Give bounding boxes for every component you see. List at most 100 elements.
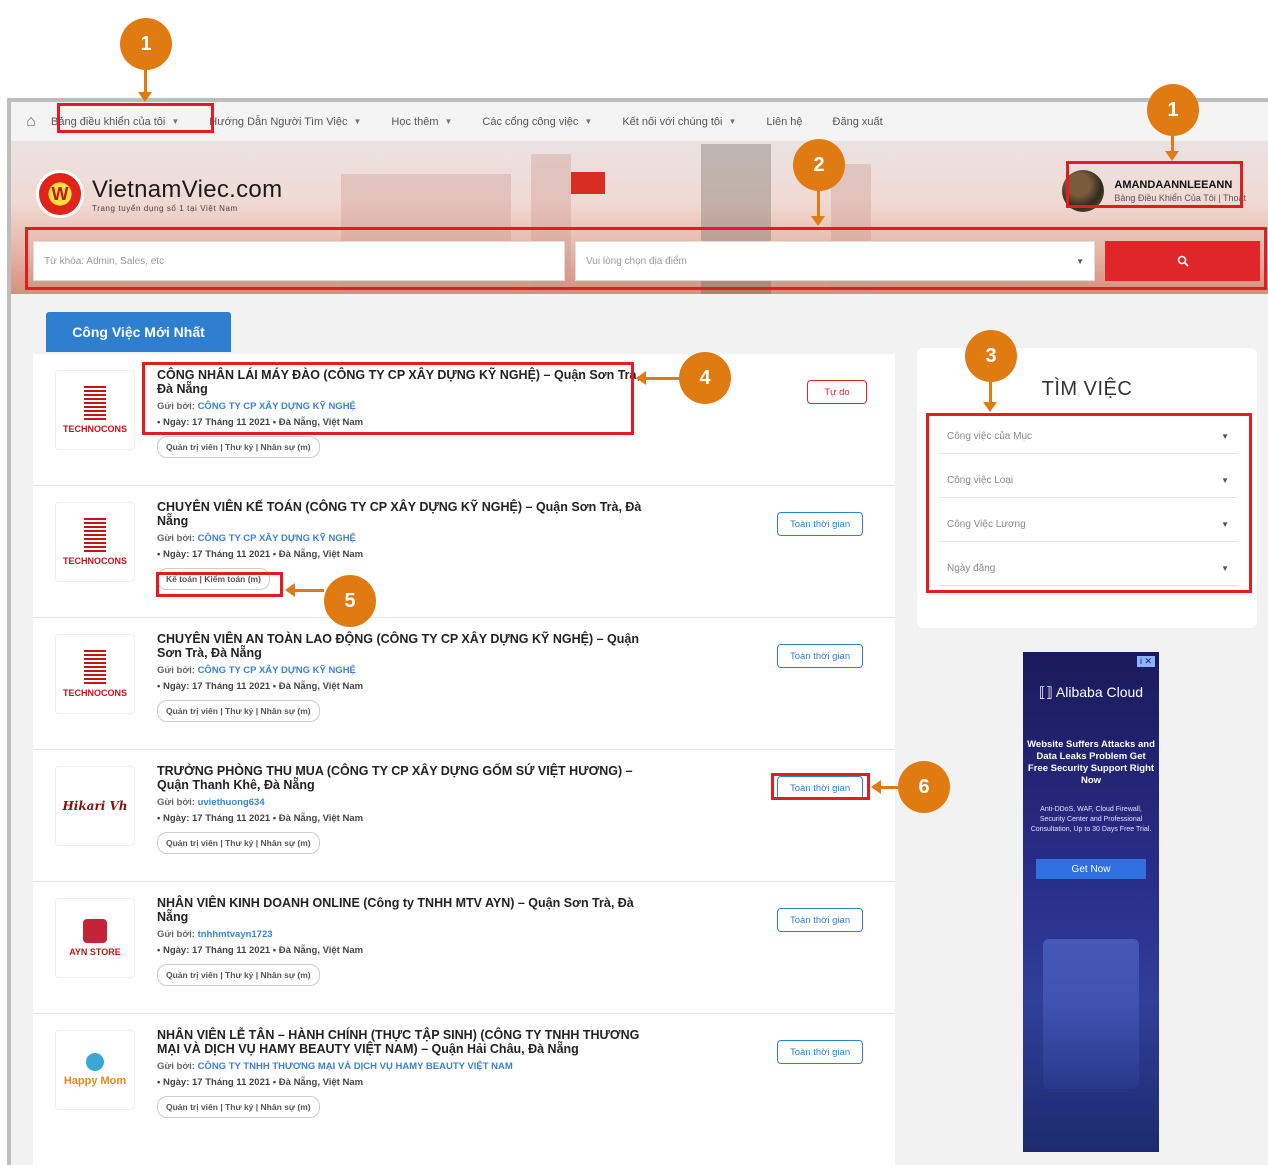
marker-badge: 3 — [965, 330, 1017, 382]
job-title[interactable]: TRƯỞNG PHÒNG THU MUA (CÔNG TY CP XÂY DỰN… — [157, 764, 657, 792]
job-date: Ngày: 17 Tháng 11 2021 — [162, 945, 271, 956]
poster-link[interactable]: uviethuong634 — [198, 797, 265, 808]
arrow-head-icon — [285, 583, 295, 597]
arrow-head-icon — [138, 92, 152, 102]
arrow-line — [817, 191, 820, 216]
company-logo-text: Hikari Vh — [62, 799, 128, 813]
company-logo[interactable]: Happy Mom — [55, 1030, 135, 1110]
chevron-down-icon: ▼ — [728, 117, 737, 126]
arrow-line — [1171, 136, 1174, 151]
home-icon[interactable]: ⌂ — [11, 113, 51, 131]
ad-banner[interactable]: i ✕ ⟦⟧ Alibaba Cloud Website Suffers Att… — [1023, 652, 1159, 1152]
poster-link[interactable]: tnhhmtvayn1723 — [198, 929, 273, 940]
arrow-head-icon — [636, 371, 646, 385]
job-list: TECHNOCONS CÔNG NHÂN LÁI MÁY ĐÀO (CÔNG T… — [33, 354, 895, 1165]
nav-jobseeker-guide[interactable]: Hướng Dẫn Người Tìm Việc ▼ — [209, 116, 361, 128]
job-type-badge[interactable]: Toàn thời gian — [777, 908, 864, 932]
nav-connect[interactable]: Kết nối với chúng tôi ▼ — [622, 116, 736, 128]
job-title[interactable]: NHÂN VIÊN KINH DOANH ONLINE (Công ty TNH… — [157, 896, 657, 924]
nav-label: Các cổng công việc — [482, 115, 579, 128]
marker-badge: 2 — [793, 139, 845, 191]
category-tag[interactable]: Quản trị viên | Thư ký | Nhân sự (m) — [157, 700, 320, 722]
company-logo-text: TECHNOCONS — [62, 556, 127, 566]
highlight-filters — [926, 413, 1252, 593]
panel-title: TÌM VIỆC — [1041, 378, 1133, 400]
ad-cta-button[interactable]: Get Now — [1036, 859, 1146, 879]
category-tag[interactable]: Quản trị viên | Thư ký | Nhân sự (m) — [157, 832, 320, 854]
marker-badge: 1 — [120, 18, 172, 70]
arrow-line — [294, 589, 324, 592]
ad-brand: Alibaba Cloud — [1055, 684, 1144, 700]
category-tag[interactable]: Quản trị viên | Thư ký | Nhân sự (m) — [157, 964, 320, 986]
company-logo[interactable]: TECHNOCONS — [55, 370, 135, 450]
arrow-line — [989, 382, 992, 402]
poster-link[interactable]: CÔNG TY CP XÂY DỰNG KỸ NGHỆ — [198, 665, 356, 676]
company-logo-text: Happy Mom — [63, 1075, 127, 1087]
highlight-category-tag — [156, 572, 283, 597]
arrow-line — [645, 377, 679, 380]
company-logo[interactable]: Hikari Vh — [55, 766, 135, 846]
poster-prefix: Gửi bởi: — [157, 797, 195, 808]
job-type-badge[interactable]: Toàn thời gian — [777, 644, 864, 668]
company-logo-mark — [84, 518, 106, 552]
nav-label: Học thêm — [391, 115, 439, 128]
arrow-head-icon — [811, 216, 825, 226]
company-logo[interactable]: TECHNOCONS — [55, 634, 135, 714]
logo-icon: W — [36, 170, 84, 218]
highlight-user-panel — [1066, 161, 1243, 208]
chevron-down-icon: ▼ — [353, 117, 362, 126]
shopping-bag-icon — [83, 919, 107, 943]
poster-prefix: Gửi bởi: — [157, 533, 195, 544]
job-type-badge[interactable]: Tự do — [807, 380, 867, 404]
tab-latest-jobs[interactable]: Công Việc Mới Nhất — [46, 312, 231, 352]
flag-icon — [571, 172, 605, 194]
marker-badge: 6 — [898, 761, 950, 813]
nav-job-portals[interactable]: Các cổng công việc ▼ — [482, 116, 592, 128]
list-item: AYN STORE NHÂN VIÊN KINH DOANH ONLINE (C… — [33, 882, 895, 1014]
baby-icon — [86, 1053, 104, 1071]
job-type-badge[interactable]: Toàn thời gian — [777, 1040, 864, 1064]
job-title[interactable]: CHUYÊN VIÊN KẾ TOÁN (CÔNG TY CP XÂY DỰNG… — [157, 500, 657, 528]
nav-logout[interactable]: Đăng xuất — [833, 116, 883, 128]
nav-label: Kết nối với chúng tôi — [622, 115, 723, 128]
company-logo-mark — [84, 386, 106, 420]
ad-headline: Website Suffers Attacks and Data Leaks P… — [1027, 739, 1155, 786]
list-item: TECHNOCONS CHUYÊN VIÊN KẾ TOÁN (CÔNG TY … — [33, 486, 895, 618]
nav-contact[interactable]: Liên hệ — [766, 116, 802, 128]
company-logo[interactable]: TECHNOCONS — [55, 502, 135, 582]
highlight-search-bar — [25, 227, 1267, 290]
site-logo[interactable]: W VietnamViec.com Trang tuyển dụng số 1 … — [36, 170, 282, 218]
arrow-line — [880, 786, 898, 789]
highlight-job-title — [142, 362, 634, 435]
job-location: Đà Nẵng, Việt Nam — [278, 549, 364, 560]
poster-prefix: Gửi bởi: — [157, 665, 195, 676]
ad-close-icon[interactable]: i ✕ — [1136, 656, 1155, 667]
company-logo-text: TECHNOCONS — [62, 688, 127, 698]
nav-label: Liên hệ — [766, 115, 803, 128]
job-location: Đà Nẵng, Việt Nam — [278, 681, 364, 692]
ad-body: Anti-DDoS, WAF, Cloud Firewall, Security… — [1030, 806, 1152, 833]
list-item: Hikari Vh TRƯỞNG PHÒNG THU MUA (CÔNG TY … — [33, 750, 895, 882]
job-date: Ngày: 17 Tháng 11 2021 — [162, 1077, 271, 1088]
arrow-head-icon — [1165, 151, 1179, 161]
server-illustration — [1043, 939, 1139, 1089]
arrow-head-icon — [983, 402, 997, 412]
job-title[interactable]: CHUYÊN VIÊN AN TOÀN LAO ĐỘNG (CÔNG TY CP… — [157, 632, 657, 660]
poster-link[interactable]: CÔNG TY TNHH THƯƠNG MẠI VÀ DỊCH VỤ HAMY … — [198, 1061, 513, 1072]
list-item: TECHNOCONS CHUYÊN VIÊN AN TOÀN LAO ĐỘNG … — [33, 618, 895, 750]
category-tag[interactable]: Quản trị viên | Thư ký | Nhân sự (m) — [157, 1096, 320, 1118]
company-logo-mark — [84, 650, 106, 684]
job-date: Ngày: 17 Tháng 11 2021 — [162, 813, 271, 824]
list-item: Happy Mom NHÂN VIÊN LỄ TÂN – HÀNH CHÍNH … — [33, 1014, 895, 1165]
poster-link[interactable]: CÔNG TY CP XÂY DỰNG KỸ NGHỆ — [198, 533, 356, 544]
job-date: Ngày: 17 Tháng 11 2021 — [162, 549, 271, 560]
job-location: Đà Nẵng, Việt Nam — [278, 813, 364, 824]
company-logo[interactable]: AYN STORE — [55, 898, 135, 978]
job-title[interactable]: NHÂN VIÊN LỄ TÂN – HÀNH CHÍNH (THỰC TẬP … — [157, 1028, 657, 1056]
nav-learn-more[interactable]: Học thêm ▼ — [391, 116, 452, 128]
arrow-line — [144, 70, 147, 92]
poster-prefix: Gửi bởi: — [157, 929, 195, 940]
company-logo-text: TECHNOCONS — [62, 424, 127, 434]
job-type-badge[interactable]: Toàn thời gian — [777, 512, 864, 536]
category-tag[interactable]: Quản trị viên | Thư ký | Nhân sự (m) — [157, 436, 320, 458]
